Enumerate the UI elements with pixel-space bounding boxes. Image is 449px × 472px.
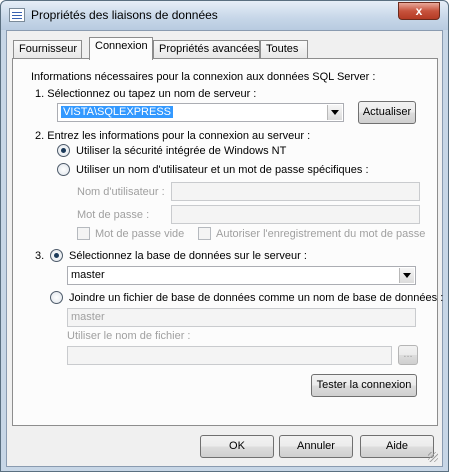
refresh-button[interactable]: Actualiser: [358, 101, 416, 124]
username-label: Nom d'utilisateur :: [77, 186, 165, 198]
allow-save-password-checkbox[interactable]: [198, 227, 211, 240]
filename-field[interactable]: [67, 346, 392, 365]
select-database-label[interactable]: Sélectionnez la base de données sur le s…: [69, 250, 307, 262]
step2-label: 2. Entrez les informations pour la conne…: [35, 130, 311, 142]
password-label: Mot de passe :: [77, 209, 150, 221]
chevron-down-icon[interactable]: [327, 105, 342, 120]
window-title: Propriétés des liaisons de données: [31, 8, 218, 22]
intro-text: Informations nécessaires pour la connexi…: [31, 71, 376, 83]
windows-auth-radio[interactable]: [57, 144, 70, 157]
dialog-body: Fournisseur Connexion Propriétés avancée…: [6, 30, 443, 467]
tab-connexion[interactable]: Connexion: [89, 37, 153, 60]
ok-button[interactable]: OK: [200, 435, 274, 458]
resize-grip[interactable]: [428, 452, 438, 462]
test-connection-button[interactable]: Tester la connexion: [311, 374, 417, 397]
step3-number: 3.: [35, 250, 45, 262]
close-button[interactable]: x: [398, 2, 440, 20]
attach-file-radio[interactable]: [50, 291, 63, 304]
password-field[interactable]: [171, 205, 420, 224]
server-name-value: VISTA\SQLEXPRESS: [61, 106, 174, 118]
filename-label: Utiliser le nom de fichier :: [67, 330, 191, 342]
dialog-window: Propriétés des liaisons de données x Fou…: [0, 0, 449, 472]
help-button[interactable]: Aide: [360, 435, 434, 458]
attach-name-field[interactable]: master: [67, 308, 416, 327]
blank-password-checkbox[interactable]: [77, 227, 90, 240]
step1-label: 1. Sélectionnez ou tapez un nom de serve…: [35, 88, 257, 100]
tab-toutes[interactable]: Toutes: [260, 40, 308, 59]
title-bar[interactable]: Propriétés des liaisons de données x: [1, 1, 448, 30]
chevron-down-icon[interactable]: [399, 268, 414, 283]
connection-panel: Informations nécessaires pour la connexi…: [12, 58, 443, 426]
attach-file-label[interactable]: Joindre un fichier de base de données co…: [69, 292, 443, 304]
allow-save-password-label[interactable]: Autoriser l'enregistrement du mot de pas…: [216, 228, 425, 240]
select-database-radio[interactable]: [50, 249, 63, 262]
blank-password-label[interactable]: Mot de passe vide: [95, 228, 184, 240]
tab-fournisseur[interactable]: Fournisseur: [13, 40, 82, 59]
username-field[interactable]: [171, 182, 420, 201]
windows-auth-label[interactable]: Utiliser la sécurité intégrée de Windows…: [76, 145, 286, 157]
database-value: master: [71, 269, 105, 281]
cancel-button[interactable]: Annuler: [279, 435, 353, 458]
database-combo[interactable]: master: [67, 266, 416, 285]
server-name-combo[interactable]: VISTA\SQLEXPRESS: [57, 103, 344, 122]
tab-proprietes-avancees[interactable]: Propriétés avancées: [153, 40, 260, 59]
data-link-icon: [9, 8, 25, 22]
user-auth-radio[interactable]: [57, 163, 70, 176]
user-auth-label[interactable]: Utiliser un nom d'utilisateur et un mot …: [76, 164, 369, 176]
browse-button[interactable]: ...: [398, 345, 418, 365]
